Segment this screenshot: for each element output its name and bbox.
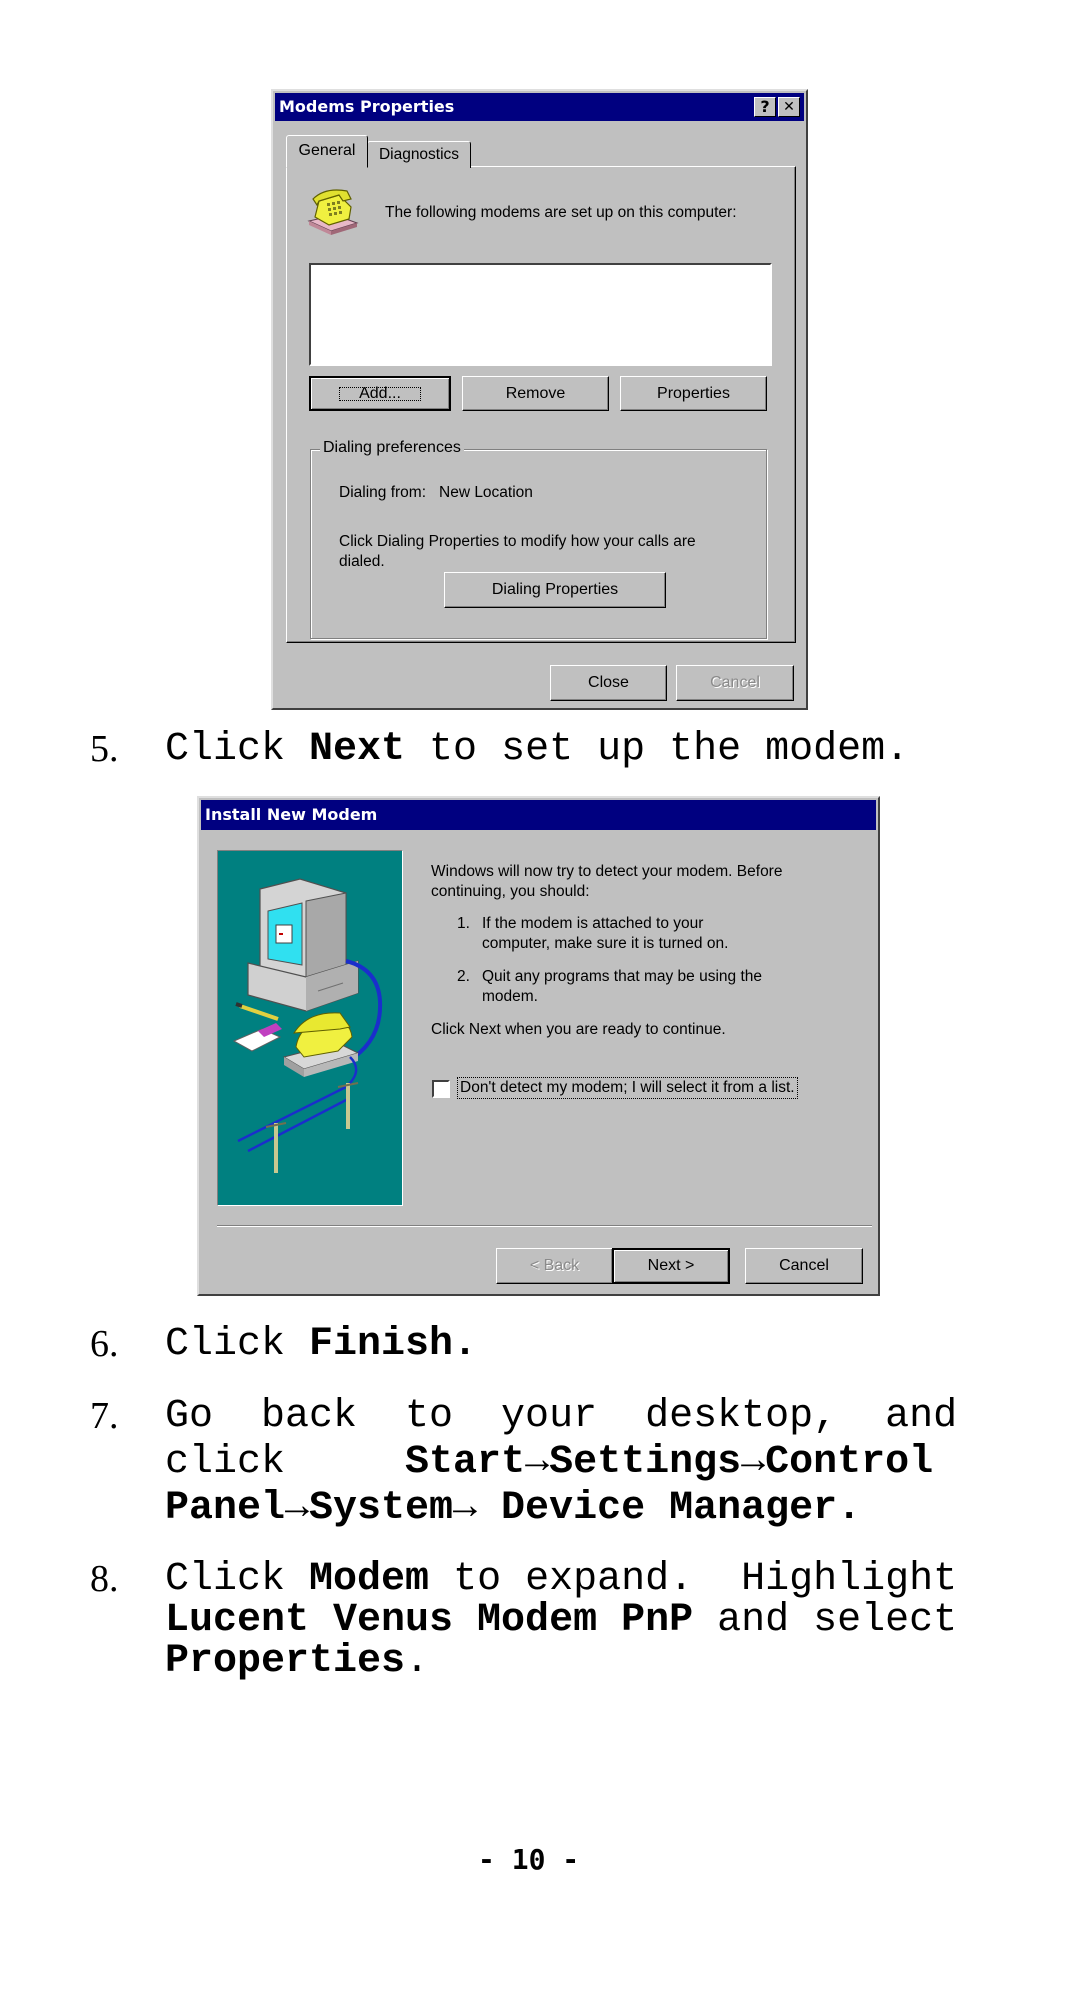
back-button[interactable]: < Back	[496, 1248, 613, 1284]
step-5-post: to set up the modem.	[405, 727, 910, 772]
telephone-icon	[305, 185, 361, 237]
step-8-line3: Properties.	[165, 1639, 429, 1684]
step-7-line3: Panel→System→ Device Manager.	[165, 1486, 861, 1531]
modem-list[interactable]	[309, 263, 772, 366]
list-item-2-line1: Quit any programs that may be using the	[482, 968, 763, 985]
modems-properties-dialog: Modems Properties ? ✕ Diagnostics Genera…	[271, 89, 808, 710]
step-8-line3-post: .	[405, 1639, 430, 1684]
dialing-properties-button[interactable]: Dialing Properties	[444, 572, 666, 608]
step-8-number: 8.	[90, 1558, 119, 1600]
title-bar: Modems Properties ? ✕	[275, 93, 804, 121]
step-8-line2-post: and select	[693, 1598, 958, 1643]
title-bar: Install New Modem	[201, 800, 876, 830]
step-6-text: Click Finish.	[165, 1322, 477, 1367]
cancel-button-label: Cancel	[779, 1257, 829, 1274]
step-7-line2-pre: click	[165, 1440, 406, 1485]
step-5-text: Click Next to set up the modem.	[165, 727, 909, 772]
page-number: - 10 -	[478, 1843, 580, 1876]
continue-text: Click Next when you are ready to continu…	[431, 1021, 726, 1038]
tab-label: Diagnostics	[378, 146, 460, 163]
step-7-line1: Go back to your desktop, and	[165, 1394, 958, 1439]
list-item-1-line2: computer, make sure it is turned on.	[482, 935, 729, 952]
list-item-2-number: 2.	[457, 968, 470, 985]
dont-detect-label[interactable]: Don't detect my modem; I will select it …	[457, 1077, 798, 1099]
intro-line1: Windows will now try to detect your mode…	[431, 863, 783, 880]
install-new-modem-dialog: Install New Modem Windows will now try t…	[197, 796, 880, 1296]
remove-button-label: Remove	[505, 384, 566, 402]
close-icon[interactable]: ✕	[778, 97, 800, 117]
list-item-1-number: 1.	[457, 915, 470, 932]
step-6-number: 6.	[90, 1323, 119, 1365]
step-5-bold: Next	[309, 727, 406, 772]
step-5-number: 5.	[90, 728, 119, 770]
step-7-line2: click Start→Settings→Control	[165, 1440, 933, 1485]
close-button-label: Close	[588, 674, 629, 691]
dialing-help-line1: Click Dialing Properties to modify how y…	[339, 533, 696, 550]
step-7-number: 7.	[90, 1395, 119, 1437]
cancel-button[interactable]: Cancel	[745, 1248, 863, 1284]
tab-label: General	[298, 142, 356, 159]
next-button[interactable]: Next >	[612, 1248, 730, 1284]
dialing-from-label: Dialing from:	[339, 484, 426, 501]
dialing-help-line2: dialed.	[339, 553, 385, 570]
step-7-line2-bold: Start→Settings→Control	[405, 1440, 934, 1485]
step-8-line1-post: to expand. Highlight	[429, 1557, 958, 1602]
step-8-line2: Lucent Venus Modem PnP and select	[165, 1598, 957, 1643]
cancel-button-label: Cancel	[710, 674, 760, 691]
intro-line2: continuing, you should:	[431, 883, 590, 900]
dialing-preferences-label: Dialing preferences	[320, 439, 464, 457]
next-button-label: Next >	[647, 1257, 695, 1274]
dialog-title: Install New Modem	[205, 805, 378, 824]
dont-detect-checkbox[interactable]	[432, 1080, 450, 1098]
step-8-line1: Click Modem to expand. Highlight	[165, 1557, 957, 1602]
dialing-from-value: New Location	[439, 484, 533, 501]
properties-button[interactable]: Properties	[620, 376, 767, 411]
step-7-line3-bold: Panel→System→ Device Manager.	[165, 1486, 862, 1531]
list-item-2-line2: modem.	[482, 988, 538, 1005]
dialing-properties-label: Dialing Properties	[491, 581, 619, 598]
help-button[interactable]: ?	[754, 97, 776, 117]
separator	[217, 1225, 872, 1227]
back-button-label: < Back	[529, 1257, 580, 1274]
add-button[interactable]: Add...	[309, 376, 451, 411]
step-8-line2-bold: Lucent Venus Modem PnP	[165, 1598, 694, 1643]
properties-button-label: Properties	[657, 384, 730, 402]
step-8-line1-bold: Modem	[309, 1557, 430, 1602]
intro-text: The following modems are set up on this …	[385, 204, 737, 221]
computer-modem-illustration	[217, 850, 403, 1206]
close-button[interactable]: Close	[550, 665, 667, 701]
add-button-label: Add...	[335, 383, 425, 405]
step-6-pre: Click	[165, 1322, 310, 1367]
step-8-line1-pre: Click	[165, 1557, 310, 1602]
tab-general[interactable]: General	[286, 135, 368, 168]
cancel-button[interactable]: Cancel	[676, 665, 794, 701]
step-6-bold: Finish.	[309, 1322, 478, 1367]
step-5-pre: Click	[165, 727, 310, 772]
tab-diagnostics[interactable]: Diagnostics	[367, 141, 471, 168]
remove-button[interactable]: Remove	[462, 376, 609, 411]
dialog-title: Modems Properties	[279, 97, 455, 116]
list-item-1-line1: If the modem is attached to your	[482, 915, 704, 932]
step-8-line3-bold: Properties	[165, 1639, 406, 1684]
